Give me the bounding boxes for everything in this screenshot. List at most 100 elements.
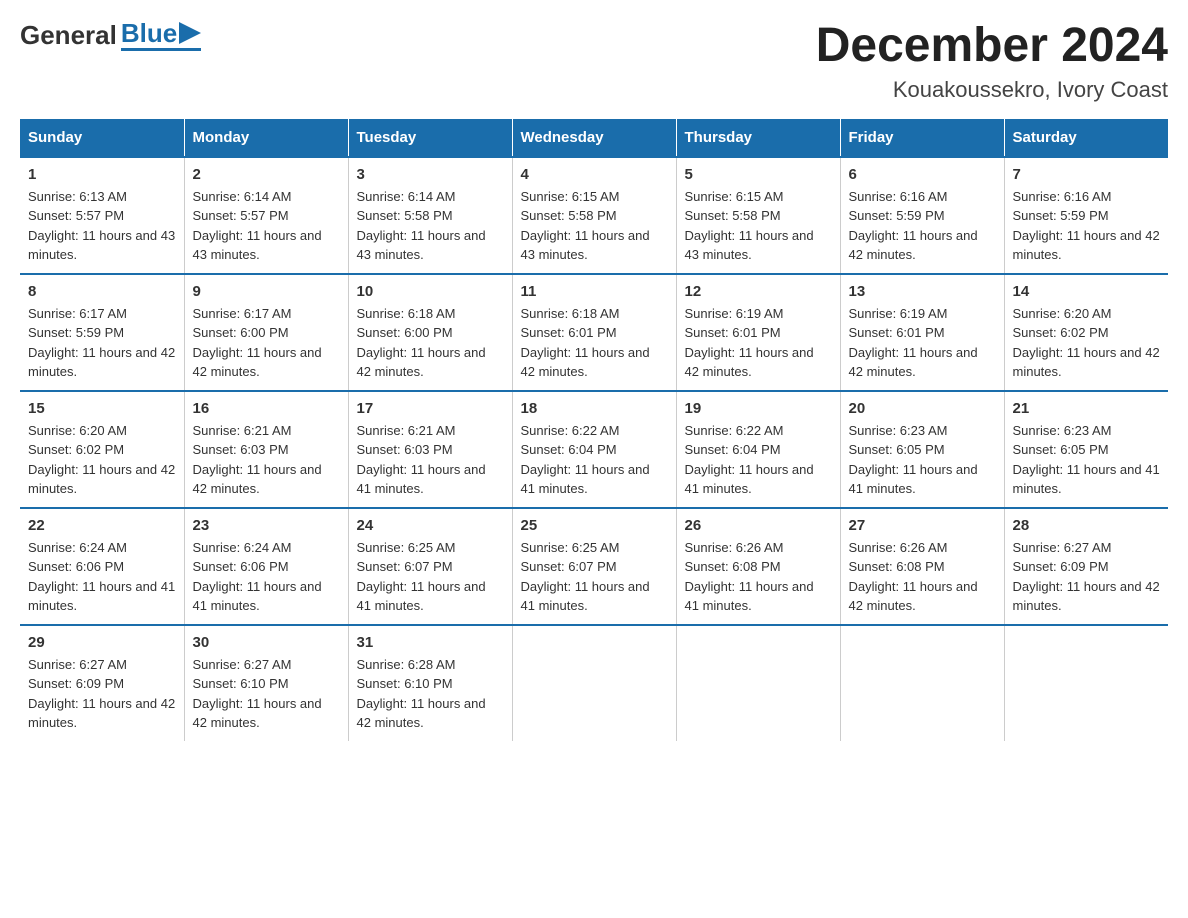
day-sun-info: Sunrise: 6:28 AMSunset: 6:10 PMDaylight:… xyxy=(357,655,504,733)
calendar-day-cell: 28 Sunrise: 6:27 AMSunset: 6:09 PMDayligh… xyxy=(1004,508,1168,625)
day-sun-info: Sunrise: 6:26 AMSunset: 6:08 PMDaylight:… xyxy=(685,538,832,616)
logo-blue-text: Blue xyxy=(121,20,177,46)
calendar-day-cell: 6 Sunrise: 6:16 AMSunset: 5:59 PMDaylight… xyxy=(840,157,1004,274)
day-number: 28 xyxy=(1013,517,1161,534)
calendar-day-cell: 19 Sunrise: 6:22 AMSunset: 6:04 PMDayligh… xyxy=(676,391,840,508)
day-number: 19 xyxy=(685,400,832,417)
calendar-day-cell: 11Sunrise: 6:18 AMSunset: 6:01 PMDayligh… xyxy=(512,274,676,391)
day-sun-info: Sunrise: 6:23 AMSunset: 6:05 PMDaylight:… xyxy=(849,421,996,499)
day-sun-info: Sunrise: 6:14 AMSunset: 5:58 PMDaylight:… xyxy=(357,187,504,265)
day-number: 31 xyxy=(357,634,504,651)
day-sun-info: Sunrise: 6:22 AMSunset: 6:04 PMDaylight:… xyxy=(521,421,668,499)
calendar-day-cell xyxy=(1004,625,1168,741)
calendar-day-cell: 27Sunrise: 6:26 AMSunset: 6:08 PMDayligh… xyxy=(840,508,1004,625)
day-sun-info: Sunrise: 6:16 AMSunset: 5:59 PMDaylight:… xyxy=(1013,187,1161,265)
calendar-day-cell: 4 Sunrise: 6:15 AMSunset: 5:58 PMDaylight… xyxy=(512,157,676,274)
day-sun-info: Sunrise: 6:27 AMSunset: 6:09 PMDaylight:… xyxy=(28,655,176,733)
day-number: 26 xyxy=(685,517,832,534)
calendar-week-row: 1 Sunrise: 6:13 AMSunset: 5:57 PMDaylight… xyxy=(20,157,1168,274)
day-number: 18 xyxy=(521,400,668,417)
calendar-title-section: December 2024 Kouakoussekro, Ivory Coast xyxy=(816,20,1168,103)
day-number: 17 xyxy=(357,400,504,417)
calendar-day-cell: 12Sunrise: 6:19 AMSunset: 6:01 PMDayligh… xyxy=(676,274,840,391)
calendar-day-cell: 25 Sunrise: 6:25 AMSunset: 6:07 PMDayligh… xyxy=(512,508,676,625)
day-sun-info: Sunrise: 6:14 AMSunset: 5:57 PMDaylight:… xyxy=(193,187,340,265)
day-sun-info: Sunrise: 6:24 AMSunset: 6:06 PMDaylight:… xyxy=(28,538,176,616)
day-number: 12 xyxy=(685,283,832,300)
day-sun-info: Sunrise: 6:13 AMSunset: 5:57 PMDaylight:… xyxy=(28,187,176,265)
day-sun-info: Sunrise: 6:27 AMSunset: 6:09 PMDaylight:… xyxy=(1013,538,1161,616)
calendar-day-cell: 14 Sunrise: 6:20 AMSunset: 6:02 PMDayligh… xyxy=(1004,274,1168,391)
day-number: 8 xyxy=(28,283,176,300)
calendar-day-cell: 26 Sunrise: 6:26 AMSunset: 6:08 PMDayligh… xyxy=(676,508,840,625)
day-number: 25 xyxy=(521,517,668,534)
day-of-week-header: Saturday xyxy=(1004,119,1168,157)
day-sun-info: Sunrise: 6:25 AMSunset: 6:07 PMDaylight:… xyxy=(521,538,668,616)
calendar-day-cell: 30Sunrise: 6:27 AMSunset: 6:10 PMDayligh… xyxy=(184,625,348,741)
day-number: 23 xyxy=(193,517,340,534)
day-sun-info: Sunrise: 6:17 AMSunset: 5:59 PMDaylight:… xyxy=(28,304,176,382)
calendar-day-cell: 16Sunrise: 6:21 AMSunset: 6:03 PMDayligh… xyxy=(184,391,348,508)
day-number: 30 xyxy=(193,634,340,651)
day-number: 22 xyxy=(28,517,176,534)
day-of-week-header: Tuesday xyxy=(348,119,512,157)
calendar-day-cell xyxy=(840,625,1004,741)
day-number: 6 xyxy=(849,166,996,183)
calendar-day-cell: 13 Sunrise: 6:19 AMSunset: 6:01 PMDayligh… xyxy=(840,274,1004,391)
day-number: 21 xyxy=(1013,400,1161,417)
day-of-week-header: Friday xyxy=(840,119,1004,157)
calendar-day-cell: 15 Sunrise: 6:20 AMSunset: 6:02 PMDayligh… xyxy=(20,391,184,508)
day-number: 24 xyxy=(357,517,504,534)
calendar-month-year: December 2024 xyxy=(816,20,1168,73)
calendar-day-cell: 9 Sunrise: 6:17 AMSunset: 6:00 PMDaylight… xyxy=(184,274,348,391)
day-sun-info: Sunrise: 6:18 AMSunset: 6:01 PMDaylight:… xyxy=(521,304,668,382)
calendar-day-cell: 31 Sunrise: 6:28 AMSunset: 6:10 PMDayligh… xyxy=(348,625,512,741)
calendar-week-row: 29 Sunrise: 6:27 AMSunset: 6:09 PMDayligh… xyxy=(20,625,1168,741)
calendar-day-cell: 7 Sunrise: 6:16 AMSunset: 5:59 PMDaylight… xyxy=(1004,157,1168,274)
day-number: 9 xyxy=(193,283,340,300)
calendar-header-row: SundayMondayTuesdayWednesdayThursdayFrid… xyxy=(20,119,1168,157)
calendar-day-cell xyxy=(676,625,840,741)
day-number: 14 xyxy=(1013,283,1161,300)
calendar-day-cell: 17 Sunrise: 6:21 AMSunset: 6:03 PMDayligh… xyxy=(348,391,512,508)
logo-triangle-icon xyxy=(179,22,201,44)
day-sun-info: Sunrise: 6:19 AMSunset: 6:01 PMDaylight:… xyxy=(849,304,996,382)
day-sun-info: Sunrise: 6:21 AMSunset: 6:03 PMDaylight:… xyxy=(193,421,340,499)
day-sun-info: Sunrise: 6:22 AMSunset: 6:04 PMDaylight:… xyxy=(685,421,832,499)
day-sun-info: Sunrise: 6:16 AMSunset: 5:59 PMDaylight:… xyxy=(849,187,996,265)
calendar-day-cell: 24 Sunrise: 6:25 AMSunset: 6:07 PMDayligh… xyxy=(348,508,512,625)
calendar-day-cell: 20 Sunrise: 6:23 AMSunset: 6:05 PMDayligh… xyxy=(840,391,1004,508)
page-header: General Blue December 2024 Kouakoussekro… xyxy=(20,20,1168,103)
day-sun-info: Sunrise: 6:20 AMSunset: 6:02 PMDaylight:… xyxy=(28,421,176,499)
calendar-day-cell xyxy=(512,625,676,741)
day-number: 7 xyxy=(1013,166,1161,183)
day-number: 29 xyxy=(28,634,176,651)
day-sun-info: Sunrise: 6:18 AMSunset: 6:00 PMDaylight:… xyxy=(357,304,504,382)
calendar-table: SundayMondayTuesdayWednesdayThursdayFrid… xyxy=(20,119,1168,741)
day-of-week-header: Wednesday xyxy=(512,119,676,157)
calendar-day-cell: 21Sunrise: 6:23 AMSunset: 6:05 PMDayligh… xyxy=(1004,391,1168,508)
day-sun-info: Sunrise: 6:21 AMSunset: 6:03 PMDaylight:… xyxy=(357,421,504,499)
calendar-week-row: 15 Sunrise: 6:20 AMSunset: 6:02 PMDayligh… xyxy=(20,391,1168,508)
logo-underline xyxy=(121,48,201,51)
day-number: 1 xyxy=(28,166,176,183)
day-number: 3 xyxy=(357,166,504,183)
day-sun-info: Sunrise: 6:17 AMSunset: 6:00 PMDaylight:… xyxy=(193,304,340,382)
calendar-day-cell: 18 Sunrise: 6:22 AMSunset: 6:04 PMDayligh… xyxy=(512,391,676,508)
day-number: 4 xyxy=(521,166,668,183)
day-number: 5 xyxy=(685,166,832,183)
calendar-location: Kouakoussekro, Ivory Coast xyxy=(816,77,1168,103)
calendar-day-cell: 1 Sunrise: 6:13 AMSunset: 5:57 PMDaylight… xyxy=(20,157,184,274)
logo-general-text: General xyxy=(20,20,117,51)
day-number: 20 xyxy=(849,400,996,417)
day-of-week-header: Monday xyxy=(184,119,348,157)
day-sun-info: Sunrise: 6:20 AMSunset: 6:02 PMDaylight:… xyxy=(1013,304,1161,382)
day-number: 15 xyxy=(28,400,176,417)
day-number: 2 xyxy=(193,166,340,183)
day-sun-info: Sunrise: 6:26 AMSunset: 6:08 PMDaylight:… xyxy=(849,538,996,616)
calendar-day-cell: 22 Sunrise: 6:24 AMSunset: 6:06 PMDayligh… xyxy=(20,508,184,625)
day-number: 13 xyxy=(849,283,996,300)
day-sun-info: Sunrise: 6:25 AMSunset: 6:07 PMDaylight:… xyxy=(357,538,504,616)
day-sun-info: Sunrise: 6:15 AMSunset: 5:58 PMDaylight:… xyxy=(521,187,668,265)
logo: General Blue xyxy=(20,20,201,51)
